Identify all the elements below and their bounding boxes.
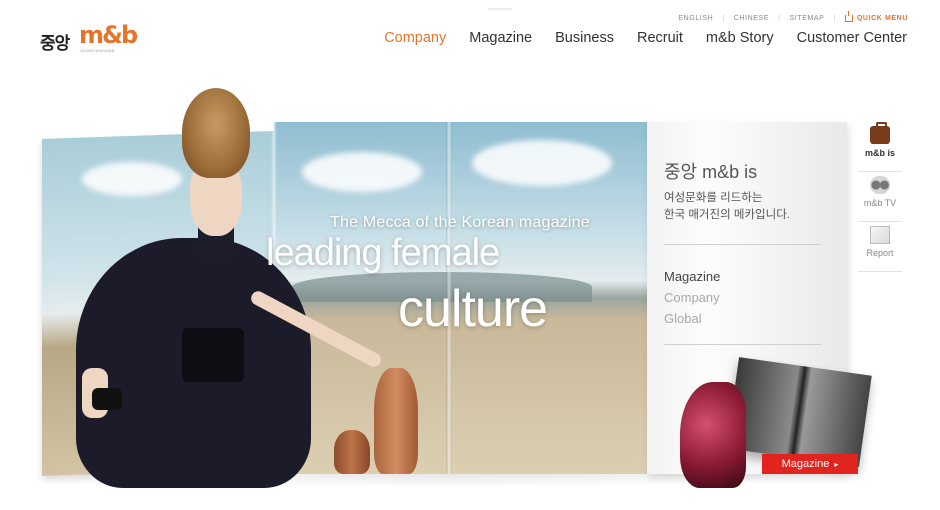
info-divider <box>664 344 821 345</box>
side-tab-mb-tv[interactable]: m&b TV <box>858 172 902 222</box>
hero-headline-line-2: culture <box>398 280 548 338</box>
report-icon <box>870 226 890 244</box>
magazine-button[interactable]: Magazine ▸ <box>762 454 858 474</box>
nav-item-customer-center[interactable]: Customer Center <box>797 30 907 46</box>
info-title: 중앙 m&b is <box>664 162 758 182</box>
logo-mb-text: m&b <box>79 21 138 49</box>
info-menu-company[interactable]: Company <box>664 287 720 308</box>
model-hair <box>182 88 250 178</box>
quick-menu-label: QUICK MENU <box>856 15 908 22</box>
utility-english-link[interactable]: ENGLISH <box>678 15 713 22</box>
hero-tagline: The Mecca of the Korean magazine <box>330 214 590 231</box>
briefcase-icon <box>870 122 890 144</box>
model-belt <box>182 328 244 382</box>
utility-chinese-link[interactable]: CHINESE <box>734 15 769 22</box>
utility-separator: | <box>722 15 725 22</box>
utility-separator: | <box>778 15 781 22</box>
hero-headline-line-1: leading female <box>266 232 500 274</box>
utility-nav: ENGLISH | CHINESE | SITEMAP | QUICK MENU <box>678 15 908 22</box>
info-menu: Magazine Company Global <box>664 266 720 329</box>
info-menu-global[interactable]: Global <box>664 308 720 329</box>
model-bracelet <box>92 388 122 410</box>
main-nav: Company Magazine Business Recruit m&b St… <box>384 30 907 46</box>
arrow-right-icon: ▸ <box>834 459 839 469</box>
top-divider <box>488 8 512 10</box>
download-icon <box>844 15 853 22</box>
side-tab-label: m&b is <box>864 148 895 158</box>
info-menu-magazine[interactable]: Magazine <box>664 266 720 287</box>
nav-item-mb-story[interactable]: m&b Story <box>706 30 774 46</box>
info-description: 여성문화를 리드하는 한국 매거진의 메카입니다. <box>664 190 824 224</box>
logo-korean-text: 중앙 <box>40 34 70 53</box>
side-tab-mb-is[interactable]: m&b is <box>858 122 902 172</box>
nav-item-recruit[interactable]: Recruit <box>637 30 683 46</box>
high-heel-shoe-image <box>680 382 746 488</box>
nav-item-business[interactable]: Business <box>555 30 614 46</box>
quick-menu-link[interactable]: QUICK MENU <box>844 15 908 22</box>
info-desc-line-1: 여성문화를 리드하는 <box>664 192 763 204</box>
magazine-button-label: Magazine <box>781 458 830 470</box>
info-divider <box>664 244 821 245</box>
model-figure-image <box>12 88 392 488</box>
info-desc-line-2: 한국 매거진의 메카입니다. <box>664 209 790 221</box>
site-logo[interactable]: 중앙 m&b JOONGANGM&B <box>40 21 138 56</box>
side-tab-report[interactable]: Report <box>858 222 902 272</box>
side-tab-menu: m&b is m&b TV Report <box>858 122 902 272</box>
side-tab-label: Report <box>866 248 894 258</box>
side-tab-label: m&b TV <box>863 198 897 208</box>
utility-separator: | <box>833 15 836 22</box>
film-reel-icon <box>870 176 890 194</box>
background-cloud <box>472 140 612 186</box>
page-root: 중앙 m&b JOONGANGM&B ENGLISH | CHINESE | S… <box>0 0 940 510</box>
magazine-book-image <box>726 357 872 467</box>
logo-subtext: JOONGANGM&B <box>80 48 115 53</box>
nav-item-company[interactable]: Company <box>384 30 446 46</box>
nav-item-magazine[interactable]: Magazine <box>469 30 532 46</box>
utility-sitemap-link[interactable]: SITEMAP <box>790 15 825 22</box>
